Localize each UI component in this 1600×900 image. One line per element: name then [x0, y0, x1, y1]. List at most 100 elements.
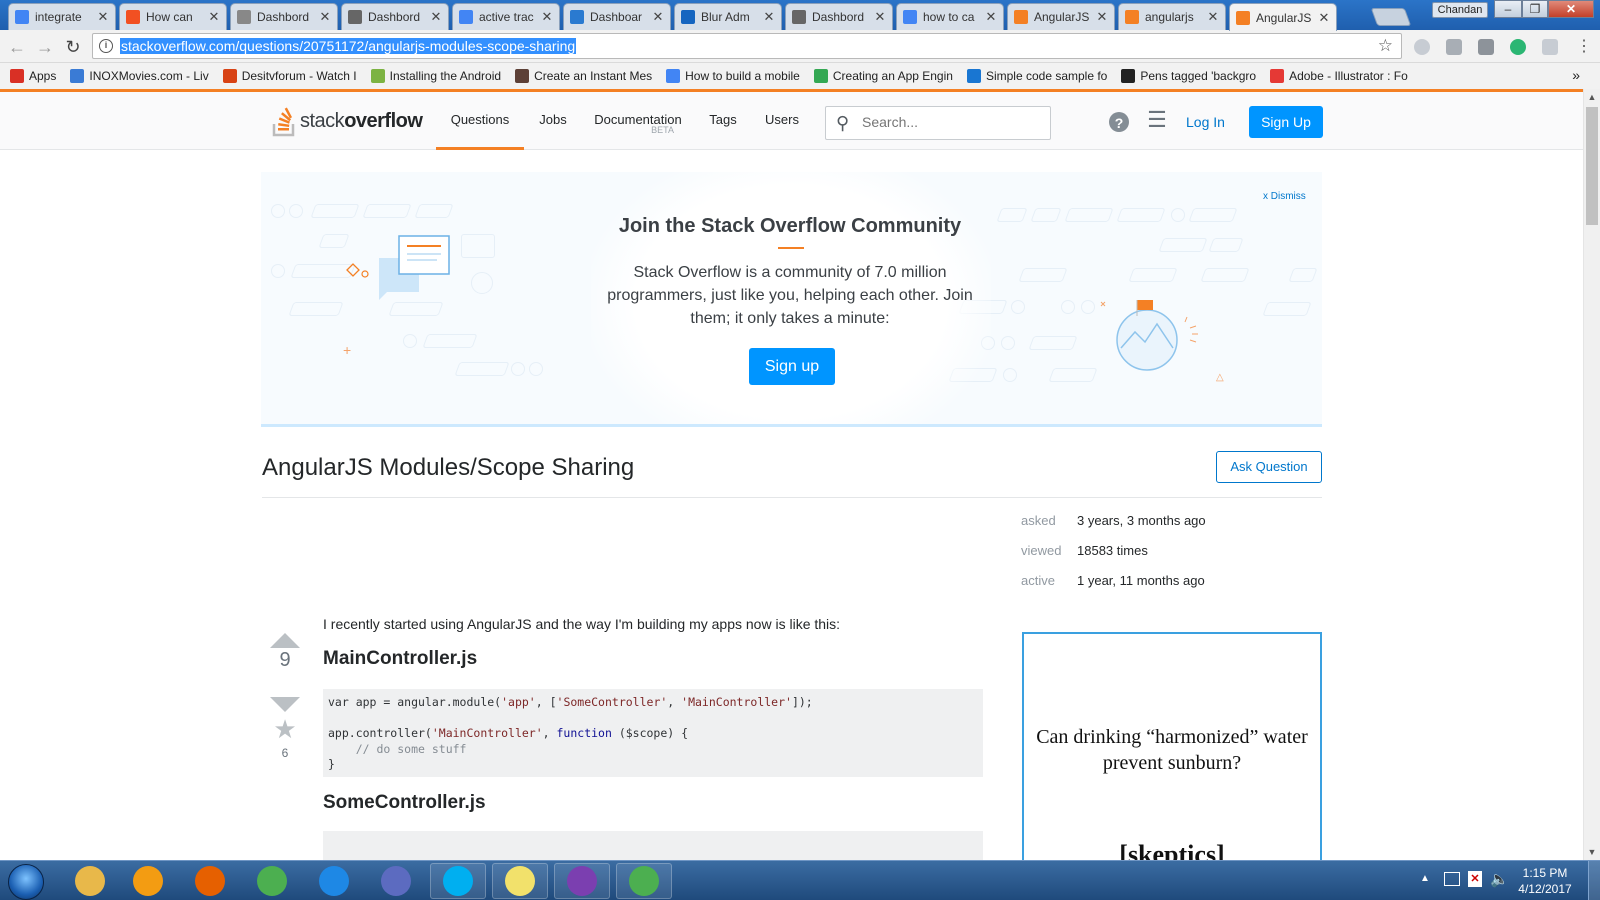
close-tab-icon[interactable]: ✕: [874, 9, 886, 25]
taskbar-app[interactable]: [430, 863, 486, 899]
more-bookmarks-icon[interactable]: »: [1572, 67, 1580, 83]
nav-jobs[interactable]: Jobs: [530, 92, 576, 150]
taskbar-app[interactable]: [368, 863, 424, 899]
close-tab-icon[interactable]: ✕: [97, 9, 109, 25]
tab[interactable]: Dashboar ✕: [563, 3, 671, 30]
tab[interactable]: how to ca ✕: [896, 3, 1004, 30]
login-link[interactable]: Log In: [1186, 108, 1225, 136]
start-button[interactable]: [8, 864, 44, 900]
extension-camera-icon[interactable]: [1478, 39, 1494, 55]
search-box[interactable]: ⚲: [825, 106, 1051, 140]
close-tab-icon[interactable]: ✕: [541, 9, 553, 25]
taskbar-app[interactable]: [492, 863, 548, 899]
nav-documentation[interactable]: Documentation BETA: [588, 92, 688, 150]
bookmark-item[interactable]: Creating an App Engin: [813, 69, 953, 83]
tab[interactable]: AngularJS ✕: [1229, 3, 1337, 31]
banner-signup-button[interactable]: Sign up: [749, 348, 835, 385]
decor-shape: [1208, 238, 1244, 252]
close-tab-icon[interactable]: ✕: [763, 9, 775, 25]
scrollbar-thumb[interactable]: [1586, 107, 1598, 225]
close-window-button[interactable]: ✕: [1548, 0, 1594, 18]
bookmark-item[interactable]: Apps: [10, 69, 56, 83]
close-tab-icon[interactable]: ✕: [1318, 10, 1330, 26]
nav-tags[interactable]: Tags: [702, 92, 744, 150]
tab[interactable]: AngularJS ✕: [1007, 3, 1115, 30]
extension-globe-icon[interactable]: [1414, 39, 1430, 55]
new-tab-button[interactable]: [1370, 8, 1412, 26]
scroll-up-icon[interactable]: ▲: [1584, 89, 1600, 105]
minimize-button[interactable]: –: [1494, 0, 1522, 18]
bookmark-label: Desitvforum - Watch I: [241, 69, 357, 83]
taskbar-app[interactable]: [244, 863, 300, 899]
tab[interactable]: integrate ✕: [8, 3, 116, 30]
close-tab-icon[interactable]: ✕: [430, 9, 442, 25]
close-tab-icon[interactable]: ✕: [1207, 9, 1219, 25]
tab[interactable]: Dashbord ✕: [785, 3, 893, 30]
ask-question-button[interactable]: Ask Question: [1216, 451, 1322, 483]
stackoverflow-logo[interactable]: stackoverflow: [272, 104, 423, 138]
sidebar-ad[interactable]: Can drinking “harmonized” water prevent …: [1022, 632, 1322, 860]
system-clock[interactable]: 1:15 PM 4/12/2017: [1510, 865, 1580, 897]
tab[interactable]: Blur Adm ✕: [674, 3, 782, 30]
firefox-icon: [195, 866, 225, 896]
bookmark-star-icon[interactable]: ☆: [1378, 36, 1393, 56]
bookmark-item[interactable]: Create an Instant Mes: [515, 69, 652, 83]
bookmark-item[interactable]: Installing the Android: [370, 69, 501, 83]
favorite-star-icon[interactable]: ★: [270, 714, 300, 745]
close-tab-icon[interactable]: ✕: [985, 9, 997, 25]
post-heading-some-controller: SomeController.js: [323, 792, 486, 813]
downvote-arrow-icon[interactable]: [270, 697, 300, 712]
tab[interactable]: angularjs ✕: [1118, 3, 1226, 30]
close-tab-icon[interactable]: ✕: [208, 9, 220, 25]
bookmark-item[interactable]: Pens tagged 'backgro: [1121, 69, 1256, 83]
address-bar[interactable]: i stackoverflow.com/questions/20751172/a…: [92, 33, 1402, 59]
close-tab-icon[interactable]: ✕: [1096, 9, 1108, 25]
tab[interactable]: Dashbord ✕: [230, 3, 338, 30]
bookmark-item[interactable]: Desitvforum - Watch I: [222, 69, 357, 83]
action-center-icon[interactable]: ✕: [1468, 871, 1482, 887]
tab[interactable]: Dashbord ✕: [341, 3, 449, 30]
maximize-button[interactable]: ❐: [1522, 0, 1548, 18]
show-desktop-button[interactable]: [1588, 861, 1600, 900]
taskbar-app[interactable]: [554, 863, 610, 899]
volume-icon[interactable]: 🔈: [1490, 870, 1509, 888]
network-icon[interactable]: [1444, 872, 1460, 886]
chrome-icon: [629, 866, 659, 896]
nav-questions[interactable]: Questions: [436, 92, 524, 150]
scroll-down-icon[interactable]: ▼: [1584, 844, 1600, 860]
extension-arrow-icon[interactable]: [1542, 39, 1558, 55]
taskbar-app[interactable]: [62, 863, 118, 899]
close-tab-icon[interactable]: ✕: [652, 9, 664, 25]
dismiss-link[interactable]: x Dismiss: [1263, 191, 1306, 202]
info-icon[interactable]: i: [99, 39, 113, 53]
meta-active-value[interactable]: 1 year, 11 months ago: [1077, 573, 1205, 588]
nav-users[interactable]: Users: [756, 92, 808, 150]
question-title[interactable]: AngularJS Modules/Scope Sharing: [262, 454, 634, 482]
menu-icon[interactable]: ⋮: [1574, 37, 1594, 57]
tab[interactable]: active trac ✕: [452, 3, 560, 30]
upvote-arrow-icon[interactable]: [270, 633, 300, 648]
bookmark-item[interactable]: INOXMovies.com - Liv: [70, 69, 209, 83]
taskbar-app[interactable]: [120, 863, 176, 899]
bookmark-item[interactable]: How to build a mobile: [666, 69, 800, 83]
back-button[interactable]: ←: [7, 37, 27, 57]
extension-g-icon[interactable]: [1446, 39, 1462, 55]
close-tab-icon[interactable]: ✕: [319, 9, 331, 25]
taskbar-app[interactable]: [182, 863, 238, 899]
signup-button[interactable]: Sign Up: [1249, 106, 1323, 138]
help-icon[interactable]: ?: [1109, 112, 1129, 132]
tray-expand-icon[interactable]: ▲: [1420, 873, 1430, 884]
profile-button[interactable]: Chandan: [1432, 2, 1488, 18]
bookmark-item[interactable]: Adobe - Illustrator : Fo: [1270, 69, 1408, 83]
reload-button[interactable]: ↻: [63, 37, 83, 57]
page-scrollbar[interactable]: ▲ ▼: [1583, 89, 1600, 860]
taskbar-app[interactable]: [616, 863, 672, 899]
site-switcher-icon[interactable]: ☰: [1146, 109, 1168, 132]
search-input[interactable]: [862, 114, 1042, 130]
url-text[interactable]: stackoverflow.com/questions/20751172/ang…: [120, 38, 577, 54]
bookmark-item[interactable]: Simple code sample fo: [966, 69, 1107, 83]
tab[interactable]: How can ✕: [119, 3, 227, 30]
forward-button[interactable]: →: [35, 37, 55, 57]
extension-grammarly-icon[interactable]: [1510, 39, 1526, 55]
taskbar-app[interactable]: [306, 863, 362, 899]
